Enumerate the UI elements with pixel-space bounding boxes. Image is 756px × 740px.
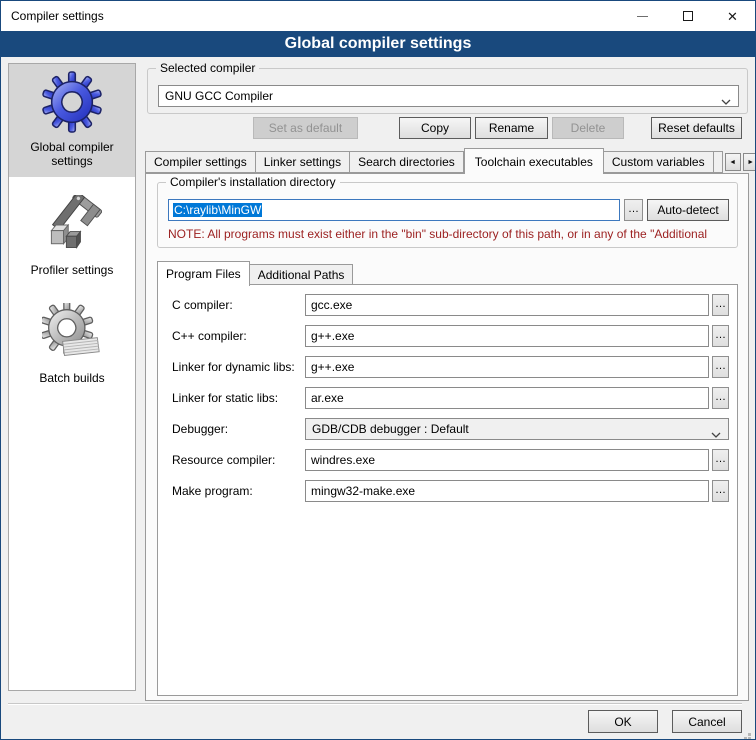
- delete-button: Delete: [552, 117, 624, 139]
- close-button[interactable]: ✕: [710, 1, 755, 31]
- ellipsis-icon: …: [715, 485, 726, 496]
- ellipsis-icon: …: [715, 330, 726, 341]
- cpp-compiler-label: C++ compiler:: [172, 329, 247, 343]
- cancel-button[interactable]: Cancel: [672, 710, 742, 733]
- compiler-select-value: GNU GCC Compiler: [165, 89, 273, 103]
- debugger-label: Debugger:: [172, 422, 228, 436]
- installation-directory-groupbox: Compiler's installation directory C:\ray…: [157, 182, 738, 248]
- browse-directory-button[interactable]: …: [624, 199, 643, 221]
- settings-tabstrip: Compiler settings Linker settings Search…: [145, 147, 749, 173]
- cpp-compiler-input[interactable]: [305, 325, 709, 347]
- window-title: Compiler settings: [1, 9, 104, 23]
- dialog-banner: Global compiler settings: [1, 31, 755, 57]
- compiler-select[interactable]: GNU GCC Compiler: [158, 85, 739, 107]
- reset-defaults-button[interactable]: Reset defaults: [651, 117, 742, 139]
- c-compiler-label: C compiler:: [172, 298, 233, 312]
- dialog-banner-title: Global compiler settings: [285, 35, 472, 53]
- installation-note: NOTE: All programs must exist either in …: [168, 227, 729, 241]
- blue-gear-icon: [40, 70, 104, 134]
- browse-c-compiler-button[interactable]: …: [712, 294, 729, 316]
- tab-search-directories[interactable]: Search directories: [350, 151, 464, 173]
- resource-compiler-label: Resource compiler:: [172, 453, 275, 467]
- sidebar-item-label: Profiler settings: [31, 263, 114, 277]
- tab-scroll-arrows: ◄ ►: [725, 153, 756, 173]
- browse-dynamic-linker-button[interactable]: …: [712, 356, 729, 378]
- set-as-default-button: Set as default: [253, 117, 358, 139]
- dynamic-linker-input[interactable]: [305, 356, 709, 378]
- maximize-icon: [683, 11, 693, 21]
- sidebar-item-profiler-settings[interactable]: Profiler settings: [9, 187, 135, 285]
- chevron-down-icon: [721, 94, 731, 108]
- arrow-left-icon: ◄: [729, 159, 736, 166]
- maximize-button[interactable]: [665, 1, 710, 31]
- gray-gear-stack-icon: [40, 301, 104, 365]
- selected-compiler-legend: Selected compiler: [156, 61, 259, 75]
- minimize-button[interactable]: [620, 1, 665, 31]
- sidebar-item-label: Global compiler settings: [13, 140, 131, 169]
- close-icon: ✕: [727, 10, 738, 23]
- installation-directory-legend: Compiler's installation directory: [166, 175, 340, 189]
- ok-button[interactable]: OK: [588, 710, 658, 733]
- resource-compiler-input[interactable]: [305, 449, 709, 471]
- static-linker-input[interactable]: [305, 387, 709, 409]
- field-row-make-program: Make program: …: [158, 480, 737, 502]
- footer-divider: [8, 703, 742, 705]
- browse-static-linker-button[interactable]: …: [712, 387, 729, 409]
- titlebar: Compiler settings ✕: [1, 1, 755, 31]
- ellipsis-icon: …: [715, 299, 726, 310]
- field-row-debugger: Debugger: GDB/CDB debugger : Default: [158, 418, 737, 440]
- resize-grip-icon[interactable]: [740, 733, 751, 740]
- chevron-down-icon: [711, 427, 721, 441]
- installation-directory-input[interactable]: C:\raylib\MinGW: [168, 199, 620, 221]
- browse-cpp-compiler-button[interactable]: …: [712, 325, 729, 347]
- tab-compiler-settings[interactable]: Compiler settings: [145, 151, 256, 173]
- browse-resource-compiler-button[interactable]: …: [712, 449, 729, 471]
- auto-detect-button[interactable]: Auto-detect: [647, 199, 729, 221]
- window-controls: ✕: [620, 1, 755, 31]
- caliper-icon: [40, 193, 104, 257]
- field-row-dynamic-linker: Linker for dynamic libs: …: [158, 356, 737, 378]
- tab-build-options[interactable]: Build options: [714, 151, 723, 173]
- sidebar-item-global-compiler-settings[interactable]: Global compiler settings: [9, 64, 135, 177]
- tab-toolchain-executables[interactable]: Toolchain executables: [464, 148, 604, 174]
- tab-additional-paths[interactable]: Additional Paths: [250, 264, 354, 285]
- selected-compiler-groupbox: Selected compiler GNU GCC Compiler: [147, 68, 748, 114]
- static-linker-label: Linker for static libs:: [172, 391, 278, 405]
- sidebar-item-batch-builds[interactable]: Batch builds: [9, 295, 135, 393]
- arrow-right-icon: ►: [747, 159, 754, 166]
- field-row-resource-compiler: Resource compiler: …: [158, 449, 737, 471]
- tab-scroll-right-button[interactable]: ►: [743, 153, 756, 171]
- debugger-select[interactable]: GDB/CDB debugger : Default: [305, 418, 729, 440]
- tab-custom-variables[interactable]: Custom variables: [604, 151, 714, 173]
- ellipsis-icon: …: [715, 361, 726, 372]
- compiler-settings-window: Compiler settings ✕ Global compiler sett…: [0, 0, 756, 740]
- program-files-tabstrip: Program Files Additional Paths: [157, 260, 353, 285]
- settings-category-list: Global compiler settings: [8, 63, 136, 691]
- c-compiler-input[interactable]: [305, 294, 709, 316]
- installation-directory-selected-text: C:\raylib\MinGW: [173, 203, 262, 217]
- copy-button[interactable]: Copy: [399, 117, 471, 139]
- dynamic-linker-label: Linker for dynamic libs:: [172, 360, 295, 374]
- make-program-input[interactable]: [305, 480, 709, 502]
- tab-scroll-left-button[interactable]: ◄: [725, 153, 741, 171]
- sidebar-item-label: Batch builds: [39, 371, 104, 385]
- browse-make-program-button[interactable]: …: [712, 480, 729, 502]
- minimize-icon: [637, 16, 648, 17]
- tab-linker-settings[interactable]: Linker settings: [256, 151, 350, 173]
- ellipsis-icon: …: [628, 204, 639, 215]
- debugger-select-value: GDB/CDB debugger : Default: [312, 422, 469, 436]
- make-program-label: Make program:: [172, 484, 253, 498]
- field-row-cpp-compiler: C++ compiler: …: [158, 325, 737, 347]
- tab-program-files[interactable]: Program Files: [157, 261, 250, 286]
- ellipsis-icon: …: [715, 454, 726, 465]
- toolchain-executables-panel: Compiler's installation directory C:\ray…: [145, 173, 749, 701]
- field-row-static-linker: Linker for static libs: …: [158, 387, 737, 409]
- ellipsis-icon: …: [715, 392, 726, 403]
- rename-button[interactable]: Rename: [475, 117, 548, 139]
- field-row-c-compiler: C compiler: …: [158, 294, 737, 316]
- program-files-panel: C compiler: … C++ compiler: … Linker for…: [157, 284, 738, 696]
